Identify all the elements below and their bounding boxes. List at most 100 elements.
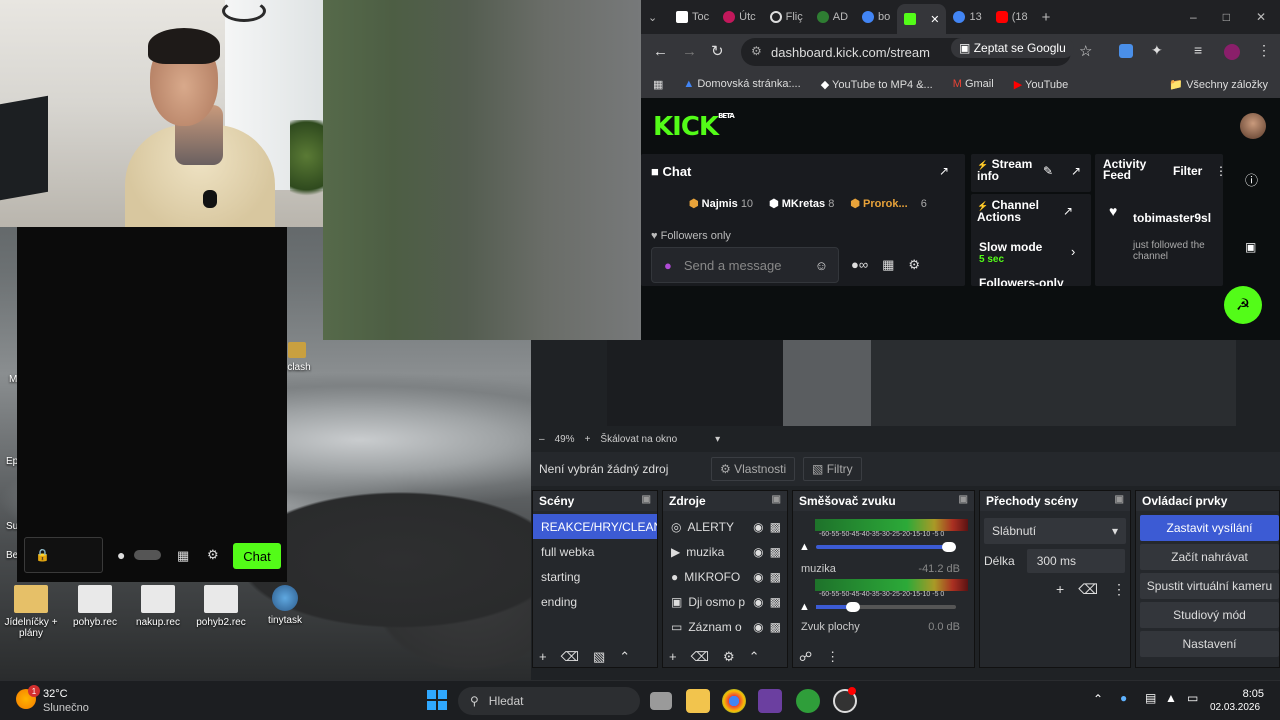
send-message-input[interactable]: ● Send a message ☺ <box>651 247 839 283</box>
tab[interactable]: Fliç <box>763 4 810 30</box>
transition-select[interactable]: Slábnutí ▾ <box>984 518 1126 544</box>
chat-send-button[interactable]: Chat <box>233 543 281 569</box>
start-recording-button[interactable]: Začít nahrávat <box>1140 544 1279 570</box>
tab[interactable]: (18 <box>989 4 1035 30</box>
chevron-up-icon[interactable]: ⌃ <box>619 649 630 665</box>
chevron-up-icon[interactable]: ⌃ <box>749 649 760 665</box>
bookmark-item[interactable]: M Gmail <box>953 78 994 90</box>
volume-slider[interactable] <box>815 542 956 552</box>
tab-search-button[interactable]: ⌄ <box>641 4 669 30</box>
store-icon[interactable]: ▦ <box>882 257 894 273</box>
filter-button[interactable]: Filter <box>1173 164 1202 178</box>
bookmark-item[interactable]: ◆ YouTube to MP4 &... <box>821 78 933 91</box>
star-icon[interactable]: ☆ <box>1079 42 1092 60</box>
more-icon[interactable]: ⋮ <box>1215 164 1227 178</box>
tab[interactable]: AD <box>810 4 855 30</box>
app-icon[interactable] <box>758 689 782 713</box>
filter-icon[interactable]: ▧ <box>593 649 605 665</box>
more-icon[interactable]: ⋮ <box>1112 581 1126 598</box>
chevron-down-icon[interactable]: ▾ <box>715 434 720 445</box>
scale-mode[interactable]: Škálovat na okno <box>600 434 677 445</box>
gear-icon[interactable]: ⚙ <box>908 257 920 273</box>
maximize-icon[interactable]: □ <box>1223 10 1230 24</box>
kick-logo[interactable]: KICKBETA <box>653 112 735 142</box>
desktop-icon-jidelnicky[interactable]: Jídelníčky + plány <box>0 585 62 639</box>
trash-icon[interactable]: ⌫ <box>691 649 709 665</box>
lock-icon[interactable]: ▩ <box>770 545 787 559</box>
tab-kick-active[interactable]: ✕ <box>897 4 947 34</box>
lock-icon[interactable]: ▩ <box>770 570 787 584</box>
zoom-out-button[interactable]: – <box>539 434 545 445</box>
close-window-icon[interactable]: ✕ <box>1256 10 1266 24</box>
reading-list-icon[interactable]: ≡ <box>1194 42 1202 58</box>
source-item[interactable]: ▣ Dji osmo p ◉ ▩ <box>663 589 787 614</box>
zoom-in-button[interactable]: + <box>585 434 591 445</box>
chat-input-locked[interactable]: 🔒 <box>24 537 103 573</box>
speaker-icon[interactable]: ▲ <box>1165 691 1177 705</box>
more-icon[interactable]: ⋮ <box>1257 42 1271 59</box>
eye-icon[interactable]: ◉ <box>753 545 763 559</box>
activity-username[interactable]: tobimaster9sl <box>1133 211 1213 225</box>
profile-avatar[interactable] <box>1224 44 1240 60</box>
tab[interactable]: Toc <box>669 4 716 30</box>
eye-icon[interactable]: ◉ <box>753 520 763 534</box>
battery-icon[interactable]: ▭ <box>1187 691 1198 705</box>
eye-icon[interactable]: ◉ <box>753 570 763 584</box>
speaker-icon[interactable]: ▲ <box>799 601 810 613</box>
settings-button[interactable]: Nastavení <box>1140 631 1279 657</box>
tab[interactable]: bo <box>855 4 897 30</box>
virtual-camera-button[interactable]: Spustit virtuální kameru <box>1140 573 1279 599</box>
undock-icon[interactable]: ▣ <box>642 494 651 505</box>
clock-date[interactable]: 02.03.2026 <box>1210 702 1260 713</box>
all-bookmarks[interactable]: 📁 Všechny záložky <box>1169 78 1280 91</box>
popout-icon[interactable]: ↗ <box>1071 164 1081 178</box>
popout-icon[interactable]: ↗ <box>939 164 949 178</box>
desktop-icon-pohyb2[interactable]: pohyb2.rec <box>190 585 252 628</box>
scene-item[interactable]: full webka <box>533 539 657 564</box>
user-avatar[interactable] <box>1240 113 1266 139</box>
scene-item[interactable]: REAKCE/HRY/CLEANFEED <box>533 514 657 539</box>
forward-icon[interactable]: → <box>682 43 697 60</box>
link-icon[interactable]: ☍ <box>799 649 812 665</box>
chevron-right-icon[interactable]: › <box>1071 244 1075 259</box>
chrome-icon[interactable] <box>722 689 746 713</box>
store-icon[interactable]: ▦ <box>177 548 189 564</box>
apps-icon[interactable]: ▦ <box>653 78 663 91</box>
eye-icon[interactable]: ◉ <box>753 595 763 609</box>
scene-item[interactable]: starting <box>533 564 657 589</box>
gear-icon[interactable]: ⚙ <box>723 649 735 665</box>
source-item[interactable]: ● MIKROFO ◉ ▩ <box>663 564 787 589</box>
mic-icon[interactable]: ● <box>1120 691 1127 705</box>
duration-input[interactable]: 300 ms <box>1026 549 1125 573</box>
back-icon[interactable]: ← <box>653 43 668 60</box>
add-icon[interactable]: + <box>1056 581 1064 598</box>
stop-stream-button[interactable]: Zastavit vysílání <box>1140 515 1279 541</box>
bookmark-item[interactable]: ▶ YouTube <box>1014 78 1069 91</box>
lock-icon[interactable]: ▩ <box>770 520 787 534</box>
edit-icon[interactable]: ✎ <box>1043 164 1053 178</box>
toggle-switch[interactable] <box>134 550 161 560</box>
scene-item[interactable]: ending <box>533 589 657 614</box>
tab[interactable]: Útc <box>716 4 763 30</box>
network-icon[interactable]: ▤ <box>1145 691 1156 705</box>
extensions-icon[interactable]: ✦ <box>1151 42 1163 59</box>
desktop-icon-pohyb[interactable]: pohyb.rec <box>64 585 126 628</box>
undock-icon[interactable]: ▣ <box>959 494 968 505</box>
volume-slider[interactable] <box>815 602 956 612</box>
popout-icon[interactable]: ↗ <box>1063 204 1073 218</box>
filters-button[interactable]: ▧ Filtry <box>803 457 862 481</box>
undock-icon[interactable]: ▣ <box>1115 494 1124 505</box>
add-icon[interactable]: + <box>669 649 677 665</box>
eye-icon[interactable]: ◉ <box>753 620 763 634</box>
lock-icon[interactable]: ▩ <box>770 620 787 634</box>
clock-time[interactable]: 8:05 <box>1216 688 1264 700</box>
link-icon[interactable]: ●∞ <box>851 257 868 273</box>
source-item[interactable]: ◎ ALERTY ◉ ▩ <box>663 514 787 539</box>
taskbar-search[interactable]: ⚲ Hledat <box>458 687 640 715</box>
desktop-icon-tinytask[interactable]: tinytask <box>254 585 316 626</box>
lock-icon[interactable]: ▩ <box>770 595 787 609</box>
minimize-icon[interactable]: – <box>1190 10 1197 24</box>
site-info-icon[interactable]: ⚙ <box>751 44 762 58</box>
support-button[interactable]: ☭ <box>1224 286 1262 324</box>
task-view-icon[interactable] <box>650 692 672 710</box>
